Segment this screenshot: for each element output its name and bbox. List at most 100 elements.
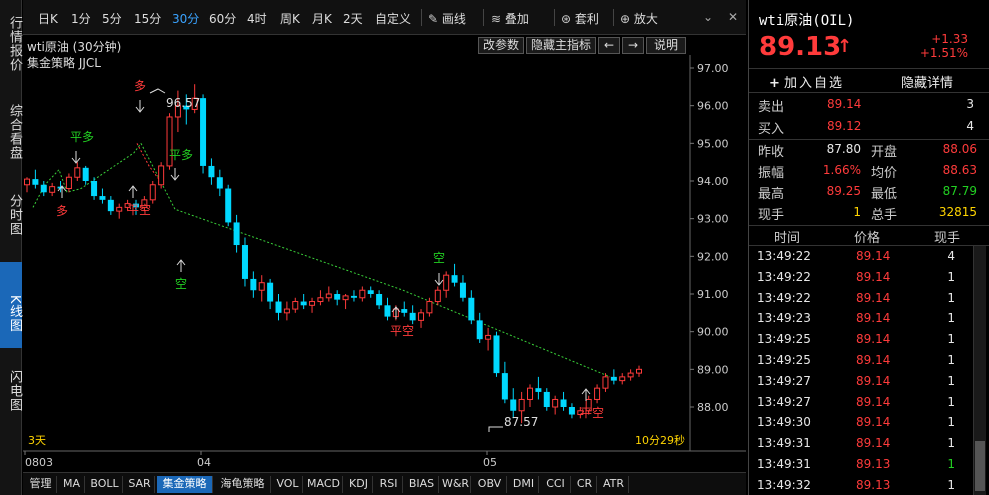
ask-price: 89.14 bbox=[827, 97, 862, 111]
help-button[interactable]: 说明 bbox=[646, 37, 686, 54]
candle-body bbox=[309, 301, 316, 306]
chart-title: wti原油 (30分钟) bbox=[27, 40, 122, 54]
tick-price: 89.14 bbox=[856, 373, 891, 388]
candle-body bbox=[82, 167, 89, 181]
tick-price: 89.14 bbox=[856, 311, 891, 326]
hide-detail-button[interactable]: 隐藏详情 bbox=[901, 72, 953, 91]
candle-body bbox=[317, 297, 324, 303]
period-4h[interactable]: 4时 bbox=[247, 10, 267, 27]
add-watchlist-button[interactable]: + 加入自选 bbox=[769, 72, 844, 91]
candle-body bbox=[149, 184, 156, 201]
candle-body bbox=[342, 295, 349, 301]
close-icon[interactable]: ✕ bbox=[728, 10, 738, 24]
tick-row: 13:49:31 89.13 1 bbox=[749, 455, 989, 475]
stack-icon: ≋ bbox=[491, 12, 502, 26]
period-5m[interactable]: 5分 bbox=[102, 10, 122, 27]
candle-body bbox=[99, 196, 106, 200]
indicator-tab[interactable]: W&R bbox=[441, 476, 471, 493]
tab-kline[interactable]: K线图 bbox=[0, 262, 22, 348]
indicator-tab[interactable]: BIAS bbox=[405, 476, 439, 493]
signal-label: 空 bbox=[175, 277, 187, 291]
hide-main-indicator-button[interactable]: 隐藏主指标 bbox=[526, 37, 596, 54]
indicator-tab[interactable]: DMI bbox=[509, 476, 539, 493]
period-2day[interactable]: 2天 bbox=[343, 10, 363, 27]
tick-time: 13:49:31 bbox=[757, 457, 811, 471]
zoom-in-label: 放大 bbox=[633, 12, 658, 26]
tick-price: 89.14 bbox=[856, 436, 891, 451]
edit-params-button[interactable]: 改参数 bbox=[478, 37, 524, 54]
indicator-tab[interactable]: RSI bbox=[375, 476, 403, 493]
scrollbar-thumb[interactable] bbox=[975, 441, 985, 491]
toolbar-divider bbox=[554, 9, 555, 26]
candle-body bbox=[443, 274, 450, 291]
indicator-tab[interactable]: 管理 bbox=[25, 476, 57, 493]
tick-time: 13:49:25 bbox=[757, 332, 811, 347]
period-custom[interactable]: 自定义 bbox=[375, 10, 411, 27]
stat-value: 1.66% bbox=[822, 163, 861, 177]
kline-chart[interactable]: 集金策略 JJCL 97.00 96.00 95.00 94.00 93.00 92.00… bbox=[23, 55, 746, 472]
chevron-down-icon[interactable]: ⌄ bbox=[703, 10, 713, 24]
indicator-tab[interactable]: SAR bbox=[125, 476, 155, 493]
tick-list-scrollbar[interactable] bbox=[973, 246, 986, 495]
scroll-right-button[interactable]: → bbox=[622, 37, 644, 54]
candle-body bbox=[401, 309, 408, 313]
tab-quotes[interactable]: 行情报价 bbox=[0, 10, 22, 78]
tick-time: 13:49:22 bbox=[757, 290, 811, 305]
stat-value: 87.80 bbox=[826, 142, 861, 156]
zoom-in-button[interactable]: ⊕ 放大 bbox=[620, 10, 658, 27]
indicator-tab[interactable]: ATR bbox=[599, 476, 629, 493]
period-1m[interactable]: 1分 bbox=[71, 10, 91, 27]
price-change-pct: +1.51% bbox=[919, 46, 968, 60]
overlay-button[interactable]: ≋ 叠加 bbox=[491, 10, 529, 27]
candle-body bbox=[107, 199, 114, 212]
signal-label: 空 bbox=[433, 251, 445, 265]
pencil-icon: ✎ bbox=[428, 12, 439, 26]
indicator-tab[interactable]: BOLL bbox=[87, 476, 123, 493]
period-60m[interactable]: 60分 bbox=[209, 10, 236, 27]
period-30m[interactable]: 30分 bbox=[172, 10, 199, 27]
candle-body bbox=[267, 282, 274, 302]
stat-label: 昨收 bbox=[758, 145, 785, 160]
indicator-tab[interactable]: OBV bbox=[473, 476, 507, 493]
scroll-left-button[interactable]: ← bbox=[598, 37, 620, 54]
indicator-tab[interactable]: KDJ bbox=[345, 476, 373, 493]
signal-label: 平空 bbox=[390, 324, 414, 338]
tab-overview[interactable]: 综合看盘 bbox=[0, 98, 22, 166]
period-month[interactable]: 月K bbox=[312, 10, 332, 27]
tick-qty: 1 bbox=[947, 457, 955, 471]
period-week[interactable]: 周K bbox=[280, 10, 300, 27]
indicator-tab[interactable]: MACD bbox=[305, 476, 343, 493]
candle-body bbox=[485, 334, 492, 340]
signal-label: 多 bbox=[56, 204, 68, 218]
draw-line-button[interactable]: ✎ 画线 bbox=[428, 10, 466, 27]
candle-body bbox=[636, 368, 642, 374]
signal-label: 平多 bbox=[169, 148, 193, 162]
stat-label: 开盘 bbox=[871, 145, 898, 160]
period-15m[interactable]: 15分 bbox=[134, 10, 161, 27]
candle-body bbox=[384, 305, 391, 317]
candle-body bbox=[334, 294, 341, 300]
add-watchlist-label: 加入自选 bbox=[784, 76, 845, 91]
arbitrage-button[interactable]: ⊛ 套利 bbox=[561, 10, 599, 27]
bid-label: 买入 bbox=[758, 122, 785, 137]
indicator-tab[interactable]: CR bbox=[573, 476, 597, 493]
indicator-tab[interactable]: VOL bbox=[273, 476, 303, 493]
tick-row: 13:49:25 89.14 1 bbox=[749, 330, 989, 350]
candle-body bbox=[418, 312, 425, 321]
bid-qty: 4 bbox=[966, 119, 974, 133]
candle-body bbox=[493, 335, 500, 374]
tick-qty: 1 bbox=[947, 415, 955, 430]
indicator-tab[interactable]: 海龟策略 bbox=[215, 476, 271, 493]
watch-row: + 加入自选 隐藏详情 bbox=[749, 70, 989, 91]
tick-price: 89.14 bbox=[856, 415, 891, 430]
tick-row: 13:49:23 89.14 1 bbox=[749, 309, 989, 329]
tick-qty: 1 bbox=[947, 394, 955, 409]
indicator-tab[interactable]: CCI bbox=[541, 476, 571, 493]
stat-label: 总手 bbox=[871, 208, 898, 223]
tab-timeshare[interactable]: 分时图 bbox=[0, 186, 22, 244]
indicator-tab[interactable]: MA bbox=[59, 476, 85, 493]
tab-flash[interactable]: 闪电图 bbox=[0, 362, 22, 420]
candle-body bbox=[208, 165, 215, 178]
period-day[interactable]: 日K bbox=[38, 10, 58, 27]
indicator-tab[interactable]: 集金策略 bbox=[157, 476, 213, 493]
